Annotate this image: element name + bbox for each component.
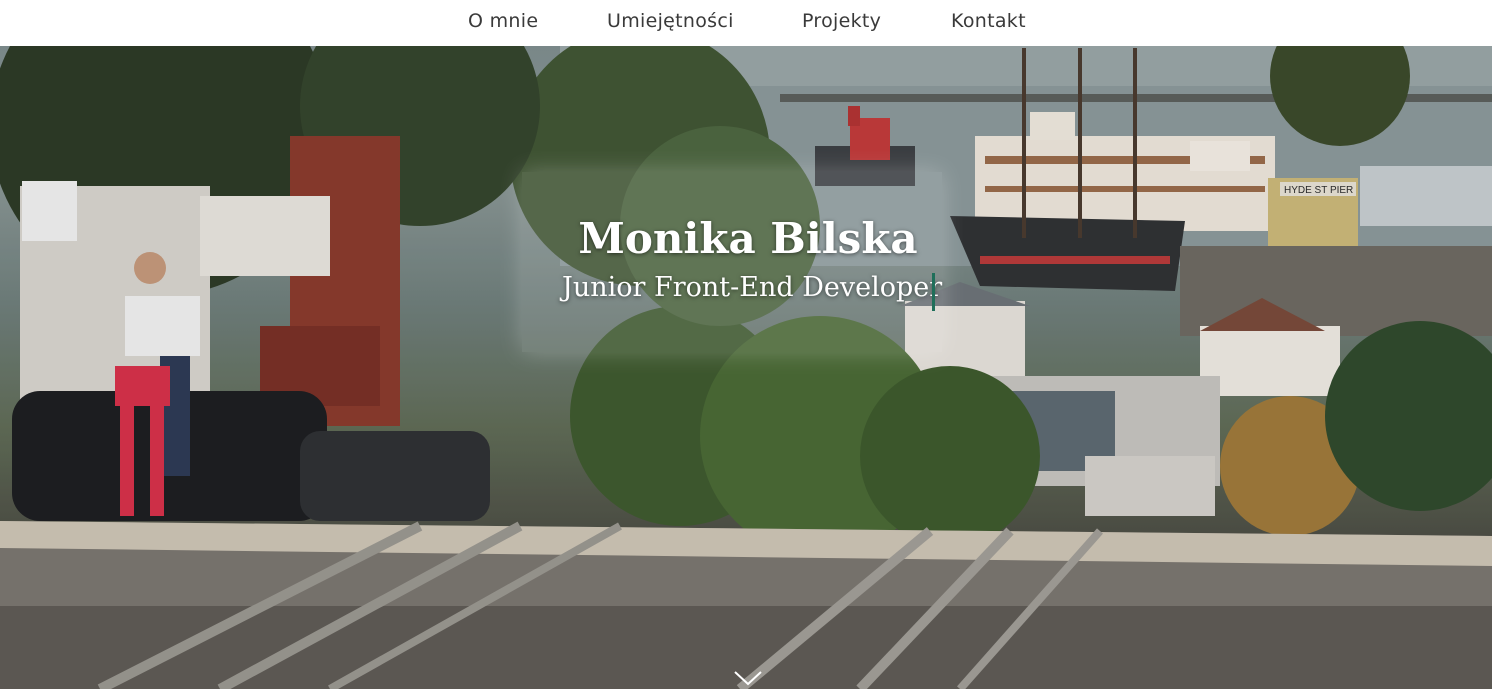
hero-name: Monika Bilska — [578, 214, 918, 263]
nav-link-kontakt[interactable]: Kontakt — [951, 10, 1026, 32]
nav-link-umiejetnosci[interactable]: Umiejętności — [607, 10, 734, 32]
top-navigation: O mnie Umiejętności Projekty Kontakt — [0, 0, 1492, 46]
hero-role: Junior Front-End Developer — [562, 272, 943, 303]
typing-caret — [932, 273, 935, 311]
hero-background-image: HYDE ST PIER — [0, 46, 1492, 689]
nav-link-o-mnie[interactable]: O mnie — [468, 10, 538, 32]
chevron-down-icon[interactable] — [733, 668, 763, 688]
nav-link-projekty[interactable]: Projekty — [802, 10, 881, 32]
hero-section: HYDE ST PIER — [0, 46, 1492, 689]
